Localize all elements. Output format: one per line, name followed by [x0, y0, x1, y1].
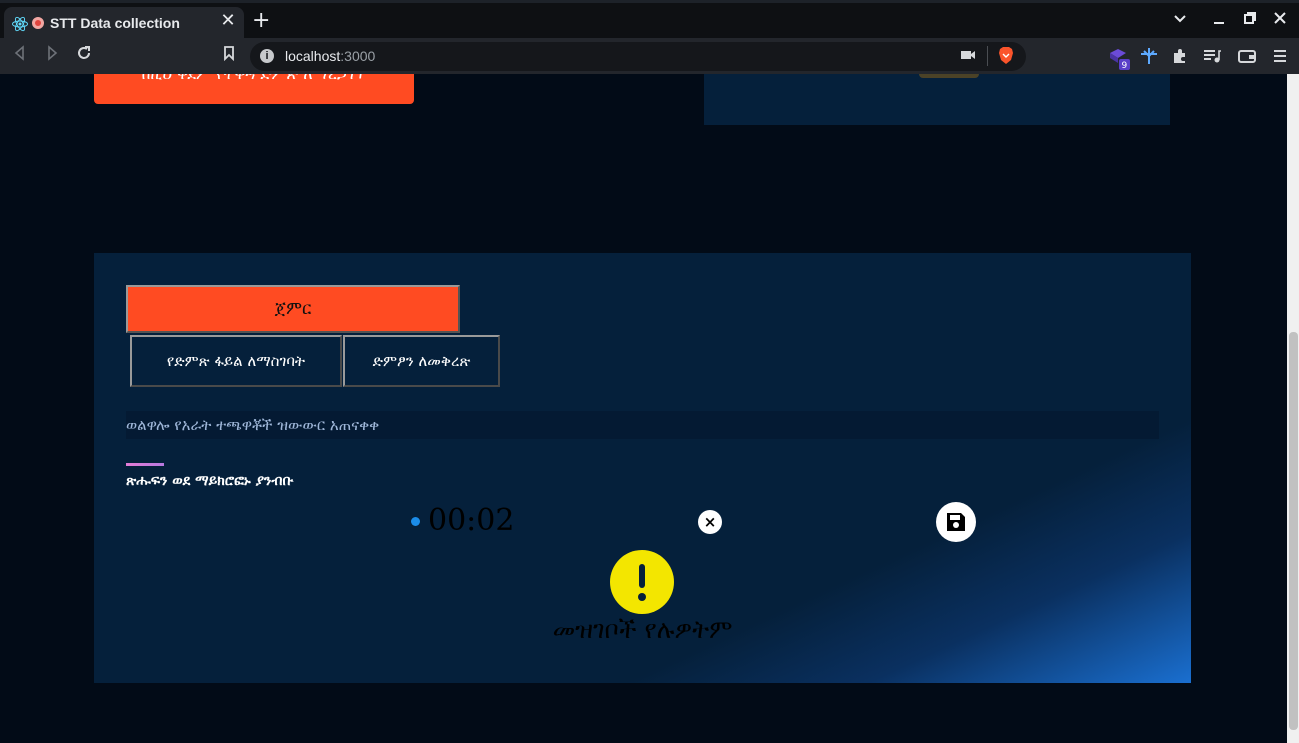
- reload-icon[interactable]: [76, 45, 92, 66]
- warning-bar: [639, 564, 645, 588]
- warning-dot: [638, 593, 646, 601]
- tab-close-icon[interactable]: ✕: [218, 12, 238, 30]
- browser-tab[interactable]: STT Data collection ✕: [4, 7, 244, 41]
- record-voice-button[interactable]: ድምፆን ለመቅረጽ: [343, 335, 500, 387]
- extension-badge: 9: [1122, 61, 1128, 71]
- browser-toolbar: i localhost:3000 9: [0, 38, 1299, 74]
- url-port: :3000: [340, 48, 376, 64]
- upload-audio-button[interactable]: የድምጽ ፋይል ለማስገባት: [130, 335, 342, 387]
- start-button[interactable]: ጀምር: [126, 285, 460, 333]
- browser-tab-bar: STT Data collection ✕ +: [0, 0, 1299, 41]
- menu-icon[interactable]: [1273, 48, 1287, 68]
- bookmark-icon[interactable]: [222, 45, 236, 66]
- address-bar[interactable]: i localhost:3000: [250, 42, 1026, 71]
- minimize-button[interactable]: [1212, 11, 1226, 29]
- camera-icon[interactable]: [960, 48, 976, 66]
- new-tab-button[interactable]: +: [252, 10, 270, 32]
- extension-icon[interactable]: 9: [1108, 47, 1130, 75]
- info-icon[interactable]: i: [260, 49, 274, 63]
- accent-divider: [126, 463, 164, 466]
- close-window-button[interactable]: [1273, 11, 1287, 29]
- tab-title: STT Data collection: [50, 15, 180, 31]
- url-text: localhost:3000: [285, 48, 375, 64]
- verify-previous-button[interactable]: ከዚህ ቀደም የተቀዳ ድምጽ ለማረጋገጥ: [94, 74, 414, 104]
- instruction-text: ጽሑፍን ወደ ማይክሮፎኑ ያንብቡ: [126, 473, 294, 489]
- scrollbar-thumb[interactable]: [1289, 332, 1298, 730]
- recording-indicator: [411, 517, 420, 526]
- wallet-icon[interactable]: [1238, 48, 1256, 68]
- empty-records-message: መዝገቦች የሉዎትም: [552, 615, 733, 644]
- puzzle-icon[interactable]: [1172, 48, 1188, 68]
- warning-icon: [610, 550, 674, 614]
- url-host: localhost: [285, 48, 341, 64]
- forward-icon[interactable]: [44, 45, 60, 66]
- save-icon: [947, 513, 965, 531]
- image-glow: [919, 74, 979, 78]
- verify-previous-label: ከዚህ ቀደም የተቀዳ ድምጽ ለማረጋገጥ: [142, 74, 367, 83]
- recorder-card: ጀምር የድምጽ ፋይል ለማስገባት ድምፆን ለመቅረጽ ወልዋሎ የአራት…: [94, 253, 1191, 683]
- cancel-recording-button[interactable]: ×: [698, 510, 722, 534]
- react-icon: [12, 16, 28, 32]
- url-divider: [987, 46, 988, 66]
- close-icon: ×: [703, 513, 717, 531]
- translate-icon[interactable]: [1140, 48, 1158, 68]
- save-recording-button[interactable]: [936, 502, 976, 542]
- playlist-icon[interactable]: [1203, 48, 1221, 68]
- tab-search-icon[interactable]: [1173, 11, 1187, 29]
- recording-icon: [32, 17, 44, 29]
- prompt-sentence: ወልዋሎ የአራት ተጫዋቾች ዝውውር አጠናቀቀ: [126, 411, 1159, 439]
- hero-image: [704, 74, 1170, 125]
- restore-button[interactable]: [1243, 11, 1257, 29]
- brave-icon[interactable]: [998, 47, 1014, 69]
- recording-timer: 00:02: [428, 503, 515, 538]
- back-icon[interactable]: [12, 45, 28, 66]
